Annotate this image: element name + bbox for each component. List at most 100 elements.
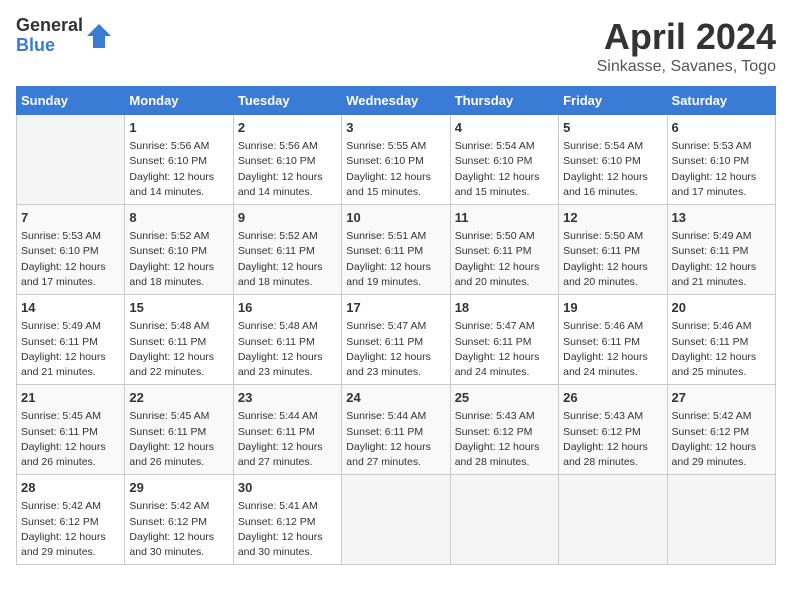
calendar-week-row: 7Sunrise: 5:53 AM Sunset: 6:10 PM Daylig… [17, 205, 776, 295]
day-info: Sunrise: 5:43 AM Sunset: 6:12 PM Dayligh… [455, 409, 554, 470]
day-info: Sunrise: 5:50 AM Sunset: 6:11 PM Dayligh… [455, 229, 554, 290]
day-number: 23 [238, 389, 337, 407]
calendar-cell: 6 Sunrise: 5:53 AM Sunset: 6:10 PM Daylig… [667, 115, 775, 205]
day-number: 7 [21, 209, 120, 227]
calendar-cell: 15 Sunrise: 5:48 AM Sunset: 6:11 PM Dayli… [125, 295, 233, 385]
day-info: Sunrise: 5:42 AM Sunset: 6:12 PM Dayligh… [129, 499, 228, 560]
logo-blue: Blue [16, 36, 83, 56]
logo-general: General [16, 16, 83, 36]
calendar-table: SundayMondayTuesdayWednesdayThursdayFrid… [16, 86, 776, 565]
day-number: 12 [563, 209, 662, 227]
day-number: 9 [238, 209, 337, 227]
day-info: Sunrise: 5:47 AM Sunset: 6:11 PM Dayligh… [346, 319, 445, 380]
day-number: 18 [455, 299, 554, 317]
calendar-cell: 5 Sunrise: 5:54 AM Sunset: 6:10 PM Daylig… [559, 115, 667, 205]
day-number: 13 [672, 209, 771, 227]
day-info: Sunrise: 5:45 AM Sunset: 6:11 PM Dayligh… [129, 409, 228, 470]
calendar-cell [342, 475, 450, 565]
calendar-cell: 1 Sunrise: 5:56 AM Sunset: 6:10 PM Daylig… [125, 115, 233, 205]
day-number: 10 [346, 209, 445, 227]
logo-icon [85, 22, 113, 50]
day-info: Sunrise: 5:41 AM Sunset: 6:12 PM Dayligh… [238, 499, 337, 560]
day-info: Sunrise: 5:44 AM Sunset: 6:11 PM Dayligh… [346, 409, 445, 470]
calendar-cell: 28 Sunrise: 5:42 AM Sunset: 6:12 PM Dayli… [17, 475, 125, 565]
day-number: 19 [563, 299, 662, 317]
day-info: Sunrise: 5:54 AM Sunset: 6:10 PM Dayligh… [563, 139, 662, 200]
calendar-cell: 19 Sunrise: 5:46 AM Sunset: 6:11 PM Dayli… [559, 295, 667, 385]
day-number: 21 [21, 389, 120, 407]
day-info: Sunrise: 5:49 AM Sunset: 6:11 PM Dayligh… [21, 319, 120, 380]
calendar-cell [667, 475, 775, 565]
day-info: Sunrise: 5:46 AM Sunset: 6:11 PM Dayligh… [672, 319, 771, 380]
calendar-week-row: 21 Sunrise: 5:45 AM Sunset: 6:11 PM Dayli… [17, 385, 776, 475]
calendar-week-row: 28 Sunrise: 5:42 AM Sunset: 6:12 PM Dayli… [17, 475, 776, 565]
calendar-cell: 30 Sunrise: 5:41 AM Sunset: 6:12 PM Dayli… [233, 475, 341, 565]
day-info: Sunrise: 5:56 AM Sunset: 6:10 PM Dayligh… [129, 139, 228, 200]
calendar-cell: 23 Sunrise: 5:44 AM Sunset: 6:11 PM Dayli… [233, 385, 341, 475]
day-info: Sunrise: 5:44 AM Sunset: 6:11 PM Dayligh… [238, 409, 337, 470]
day-number: 6 [672, 119, 771, 137]
day-number: 24 [346, 389, 445, 407]
day-info: Sunrise: 5:52 AM Sunset: 6:10 PM Dayligh… [129, 229, 228, 290]
page-header: General Blue April 2024 Sinkasse, Savane… [16, 16, 776, 76]
calendar-cell: 17 Sunrise: 5:47 AM Sunset: 6:11 PM Dayli… [342, 295, 450, 385]
day-number: 4 [455, 119, 554, 137]
calendar-cell [559, 475, 667, 565]
calendar-cell: 24 Sunrise: 5:44 AM Sunset: 6:11 PM Dayli… [342, 385, 450, 475]
calendar-col-thursday: Thursday [450, 87, 558, 115]
day-number: 22 [129, 389, 228, 407]
calendar-cell: 13 Sunrise: 5:49 AM Sunset: 6:11 PM Dayli… [667, 205, 775, 295]
calendar-cell: 8 Sunrise: 5:52 AM Sunset: 6:10 PM Daylig… [125, 205, 233, 295]
day-info: Sunrise: 5:55 AM Sunset: 6:10 PM Dayligh… [346, 139, 445, 200]
day-number: 5 [563, 119, 662, 137]
calendar-cell: 21Sunrise: 5:45 AM Sunset: 6:11 PM Dayli… [17, 385, 125, 475]
day-number: 16 [238, 299, 337, 317]
calendar-cell: 12 Sunrise: 5:50 AM Sunset: 6:11 PM Dayli… [559, 205, 667, 295]
day-number: 8 [129, 209, 228, 227]
calendar-cell: 27 Sunrise: 5:42 AM Sunset: 6:12 PM Dayli… [667, 385, 775, 475]
day-info: Sunrise: 5:53 AM Sunset: 6:10 PM Dayligh… [672, 139, 771, 200]
calendar-cell: 29 Sunrise: 5:42 AM Sunset: 6:12 PM Dayli… [125, 475, 233, 565]
day-info: Sunrise: 5:48 AM Sunset: 6:11 PM Dayligh… [238, 319, 337, 380]
day-number: 2 [238, 119, 337, 137]
day-number: 17 [346, 299, 445, 317]
calendar-col-friday: Friday [559, 87, 667, 115]
calendar-cell: 3Sunrise: 5:55 AM Sunset: 6:10 PM Daylig… [342, 115, 450, 205]
day-number: 25 [455, 389, 554, 407]
main-title: April 2024 [597, 16, 776, 58]
day-info: Sunrise: 5:48 AM Sunset: 6:11 PM Dayligh… [129, 319, 228, 380]
calendar-cell: 2Sunrise: 5:56 AM Sunset: 6:10 PM Daylig… [233, 115, 341, 205]
subtitle: Sinkasse, Savanes, Togo [597, 58, 776, 76]
calendar-cell: 22 Sunrise: 5:45 AM Sunset: 6:11 PM Dayli… [125, 385, 233, 475]
calendar-col-monday: Monday [125, 87, 233, 115]
calendar-col-sunday: Sunday [17, 87, 125, 115]
day-info: Sunrise: 5:50 AM Sunset: 6:11 PM Dayligh… [563, 229, 662, 290]
calendar-col-saturday: Saturday [667, 87, 775, 115]
day-info: Sunrise: 5:42 AM Sunset: 6:12 PM Dayligh… [21, 499, 120, 560]
day-number: 29 [129, 479, 228, 497]
day-info: Sunrise: 5:42 AM Sunset: 6:12 PM Dayligh… [672, 409, 771, 470]
day-number: 20 [672, 299, 771, 317]
day-info: Sunrise: 5:51 AM Sunset: 6:11 PM Dayligh… [346, 229, 445, 290]
day-info: Sunrise: 5:47 AM Sunset: 6:11 PM Dayligh… [455, 319, 554, 380]
calendar-cell [450, 475, 558, 565]
calendar-cell: 4 Sunrise: 5:54 AM Sunset: 6:10 PM Daylig… [450, 115, 558, 205]
day-number: 27 [672, 389, 771, 407]
calendar-week-row: 1 Sunrise: 5:56 AM Sunset: 6:10 PM Daylig… [17, 115, 776, 205]
calendar-cell: 20 Sunrise: 5:46 AM Sunset: 6:11 PM Dayli… [667, 295, 775, 385]
day-info: Sunrise: 5:46 AM Sunset: 6:11 PM Dayligh… [563, 319, 662, 380]
day-info: Sunrise: 5:52 AM Sunset: 6:11 PM Dayligh… [238, 229, 337, 290]
day-number: 1 [129, 119, 228, 137]
day-info: Sunrise: 5:54 AM Sunset: 6:10 PM Dayligh… [455, 139, 554, 200]
day-number: 11 [455, 209, 554, 227]
day-number: 30 [238, 479, 337, 497]
day-number: 28 [21, 479, 120, 497]
calendar-cell: 16 Sunrise: 5:48 AM Sunset: 6:11 PM Dayli… [233, 295, 341, 385]
calendar-week-row: 14Sunrise: 5:49 AM Sunset: 6:11 PM Dayli… [17, 295, 776, 385]
day-number: 15 [129, 299, 228, 317]
calendar-col-tuesday: Tuesday [233, 87, 341, 115]
calendar-cell: 7Sunrise: 5:53 AM Sunset: 6:10 PM Daylig… [17, 205, 125, 295]
calendar-cell: 14Sunrise: 5:49 AM Sunset: 6:11 PM Dayli… [17, 295, 125, 385]
day-info: Sunrise: 5:49 AM Sunset: 6:11 PM Dayligh… [672, 229, 771, 290]
calendar-cell: 10 Sunrise: 5:51 AM Sunset: 6:11 PM Dayli… [342, 205, 450, 295]
